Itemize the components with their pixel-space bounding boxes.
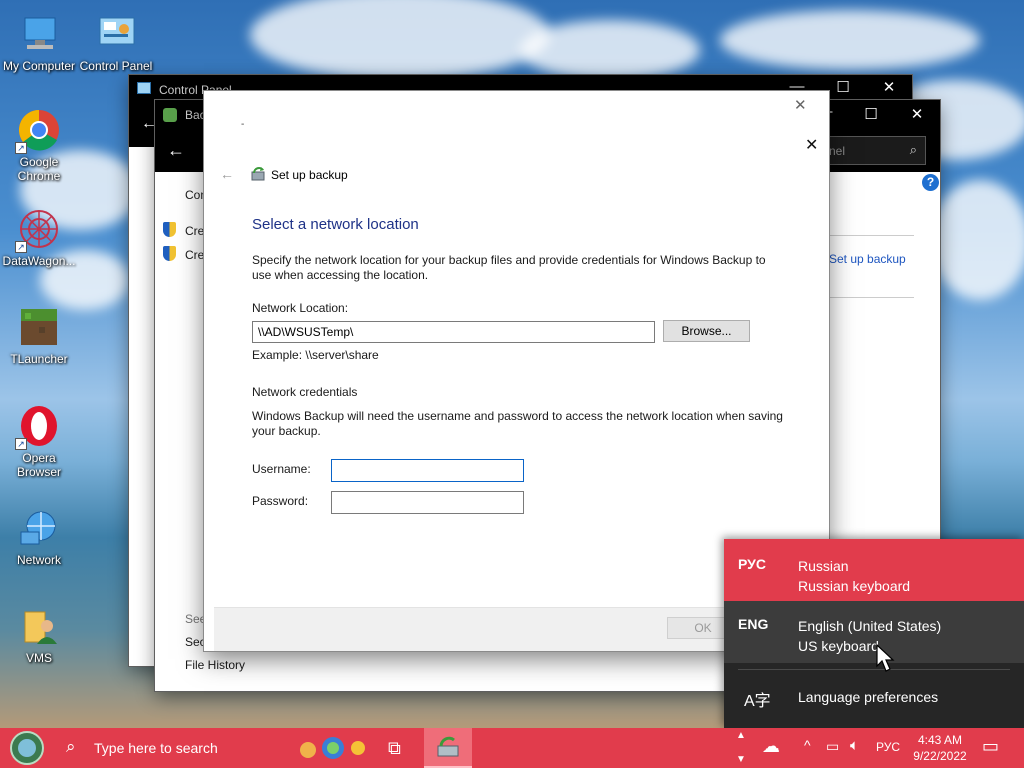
clock-time: 4:43 AM	[917, 733, 963, 747]
back-arrow-icon[interactable]: ←	[220, 166, 234, 182]
language-indicator[interactable]: РУС	[876, 740, 900, 754]
dialog-description: Specify the network location for your ba…	[252, 253, 766, 282]
credentials-description: Windows Backup will need the username an…	[252, 409, 783, 438]
help-icon[interactable]: ?	[922, 174, 939, 191]
weather-icon[interactable]: ☁	[762, 736, 780, 757]
control-panel-icon	[94, 12, 138, 56]
show-hidden-icons-chevron-icon[interactable]: ^	[804, 737, 811, 753]
chevron-down-icon[interactable]: ▼	[736, 754, 746, 765]
shortcut-arrow-icon: ↗	[15, 438, 27, 450]
keyboard-name: US keyboard	[798, 638, 879, 654]
desktop-icon-vms[interactable]: VMS	[1, 604, 77, 665]
divider	[829, 297, 914, 298]
example-text: Example: \\server\share	[252, 348, 379, 362]
search-icon: ⌕	[909, 142, 917, 157]
network-location-label: Network Location:	[252, 301, 349, 315]
back-arrow-icon[interactable]: ←	[141, 115, 157, 133]
username-label: Username:	[252, 462, 311, 476]
desktop-icon-label: Google Chrome	[17, 155, 61, 183]
window-title: Bac	[185, 108, 206, 122]
computer-icon	[17, 12, 61, 56]
backup-icon	[437, 736, 459, 757]
backup-icon	[250, 166, 266, 182]
clock-date: 9/22/2022	[913, 749, 967, 763]
shield-icon	[163, 246, 176, 261]
search-icon: ⌕	[66, 737, 76, 756]
browse-button[interactable]: Browse...	[663, 320, 750, 342]
task-view-icon[interactable]: ⧉	[388, 738, 401, 759]
dialog-nav-title: Set up backup	[271, 168, 348, 182]
language-name: English (United States) US keyboard	[798, 616, 941, 656]
close-button[interactable]: ✕	[894, 100, 940, 130]
desktop-icon-label: My Computer	[2, 59, 76, 73]
desktop-icon-control-panel[interactable]: Control Panel	[78, 12, 154, 73]
dialog-close-button[interactable]: ✕	[805, 135, 818, 155]
search-placeholder: nel	[829, 144, 846, 158]
divider	[738, 669, 1010, 670]
language-item-russian[interactable]: РУС Russian Russian keyboard	[724, 539, 1024, 601]
username-input[interactable]	[331, 459, 524, 482]
password-label: Password:	[252, 494, 309, 508]
notifications-icon[interactable]: ▭	[982, 736, 999, 757]
language-flyout[interactable]: РУС Russian Russian keyboard ENG English…	[724, 539, 1024, 728]
start-button[interactable]	[0, 728, 54, 768]
taskbar: ⌕ Type here to search ⧉ ▲ ▼ ☁ ^ ▭ 🔈︎ РУС…	[0, 728, 1024, 768]
desktop-icon-label: VMS	[25, 651, 52, 665]
search-highlight-icon[interactable]	[298, 736, 368, 760]
network-tray-icon[interactable]: ▭	[826, 738, 839, 755]
credentials-heading: Network credentials	[252, 385, 358, 399]
taskbar-search-box[interactable]: ⌕ Type here to search	[54, 728, 288, 768]
divider	[829, 235, 914, 236]
chevron-up-icon[interactable]: ▲	[736, 730, 746, 741]
maximize-button[interactable]: ☐	[848, 100, 894, 130]
desktop-icon-opera[interactable]: ↗ Opera Browser	[1, 404, 77, 479]
shield-icon	[163, 222, 176, 237]
mouse-cursor-icon	[876, 644, 895, 672]
language-code: ENG	[738, 616, 769, 632]
language-preferences-icon: A字	[744, 693, 771, 710]
folder-user-icon	[17, 604, 61, 648]
desktop-icon-tlauncher[interactable]: TLauncher	[1, 305, 77, 366]
windows-orb-icon	[10, 731, 44, 765]
volume-icon[interactable]: 🔈︎	[850, 737, 859, 754]
backup-icon	[163, 108, 177, 122]
network-icon	[17, 506, 61, 550]
desktop-icon-label: Network	[16, 553, 61, 567]
keyboard-name: Russian keyboard	[798, 578, 911, 594]
outer-close-button[interactable]: ✕	[794, 96, 807, 114]
password-input[interactable]	[331, 491, 524, 514]
desktop-icon-label: DataWagon...	[2, 254, 76, 268]
language-preferences-link[interactable]: Language preferences	[798, 689, 938, 705]
language-name-text: English (United States)	[798, 618, 942, 634]
chrome-icon: ↗	[15, 108, 61, 154]
desktop-icon-datawagon[interactable]: ↗ DataWagon...	[1, 207, 77, 268]
language-name: Russian Russian keyboard	[798, 556, 910, 596]
back-arrow-icon[interactable]: ←	[167, 140, 185, 161]
dialog-heading: Select a network location	[252, 216, 419, 233]
language-code: РУС	[738, 556, 766, 572]
datawagon-icon: ↗	[15, 207, 61, 253]
desktop-icon-network[interactable]: Network	[1, 506, 77, 567]
language-item-english[interactable]: ENG English (United States) US keyboard	[724, 601, 1024, 663]
taskbar-search-placeholder: Type here to search	[94, 740, 218, 756]
file-history-link[interactable]: File History	[185, 658, 245, 672]
network-location-input[interactable]: \\AD\WSUSTemp\	[252, 321, 655, 343]
dialog-title-dot: -	[241, 119, 245, 130]
shortcut-arrow-icon: ↗	[15, 142, 27, 154]
language-name-text: Russian	[798, 558, 849, 574]
shortcut-arrow-icon: ↗	[15, 241, 27, 253]
opera-icon: ↗	[15, 404, 61, 450]
desktop-icon-label: TLauncher	[10, 352, 68, 366]
taskbar-app-backup[interactable]	[424, 728, 472, 768]
desktop-icon-my-computer[interactable]: My Computer	[1, 12, 77, 73]
set-up-backup-link[interactable]: Set up backup	[829, 252, 906, 266]
search-box[interactable]: nel ⌕	[820, 136, 926, 165]
desktop-icon-chrome[interactable]: ↗ Google Chrome	[1, 108, 77, 183]
desktop-icon-label: Opera Browser	[16, 451, 61, 479]
control-panel-icon	[137, 82, 151, 94]
desktop-icon-label: Control Panel	[79, 59, 153, 73]
tlauncher-icon	[17, 305, 61, 349]
clock[interactable]: 4:43 AM 9/22/2022	[908, 732, 972, 764]
